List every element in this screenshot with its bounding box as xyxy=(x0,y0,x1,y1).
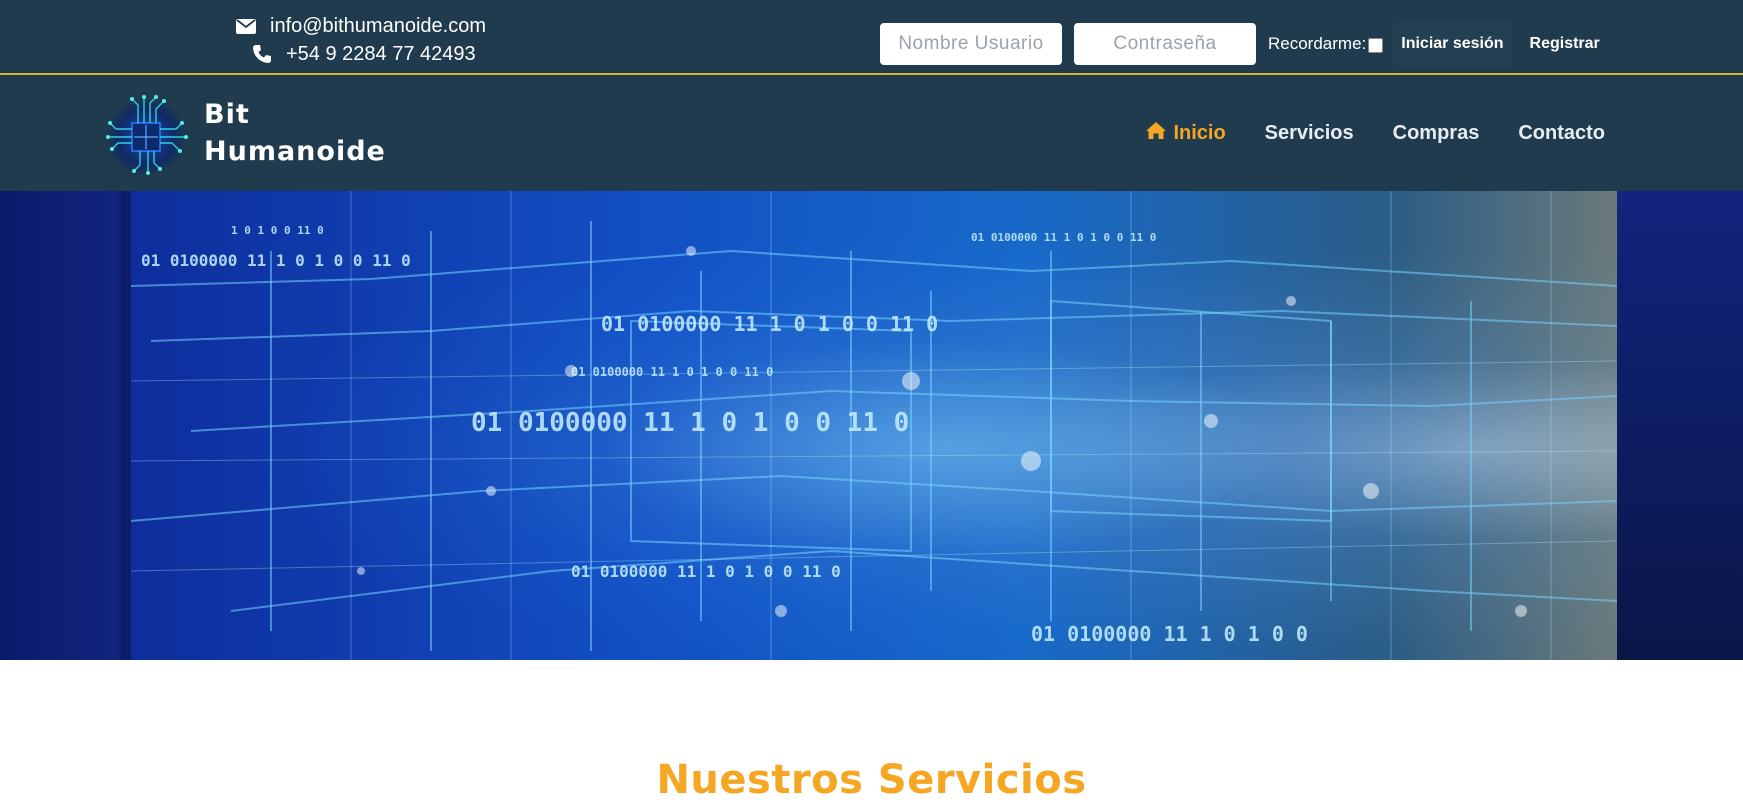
login-button[interactable]: Iniciar sesión xyxy=(1393,22,1512,66)
phone-icon xyxy=(252,44,278,64)
register-button[interactable]: Registrar xyxy=(1522,22,1608,66)
circuit-chip-logo-icon xyxy=(106,95,188,177)
services-heading: Nuestros Servicios xyxy=(656,757,1087,803)
login-form: Recordarme: Iniciar sesión Registrar xyxy=(880,22,1608,66)
top-bar: info@bithumanoide.com +54 9 2284 77 4249… xyxy=(0,0,1743,75)
nav-item-servicios[interactable]: Servicios xyxy=(1265,122,1354,145)
nav-item-inicio[interactable]: Inicio xyxy=(1145,121,1226,146)
home-icon xyxy=(1145,121,1167,146)
svg-text:01 0100000 11: 01 0100000 11 1 0 1 0 0 xyxy=(1031,622,1308,646)
hero-banner-image: 01 0100000 11 1 0 1 0 0 11 0 01 0100000 … xyxy=(131,191,1617,660)
svg-text:01 0100000 11: 01 0100000 11 1 0 1 0 0 11 0 xyxy=(571,562,841,581)
brand-name: Bit Humanoide xyxy=(204,96,386,170)
phone-text[interactable]: +54 9 2284 77 42493 xyxy=(286,43,476,66)
brand-logo[interactable]: Bit Humanoide xyxy=(100,85,386,181)
svg-text:01 0100000 11 1: 01 0100000 11 1 0 1 0 0 11 0 xyxy=(471,408,909,438)
nav-item-compras[interactable]: Compras xyxy=(1393,122,1480,145)
brand-line2: Humanoide xyxy=(204,136,386,167)
hero-section: 01 0100000 11 1 0 1 0 0 11 0 01 0100000 … xyxy=(0,191,1743,660)
hero-side-panel xyxy=(1617,191,1743,660)
nav-item-contacto[interactable]: Contacto xyxy=(1518,122,1605,145)
remember-checkbox[interactable] xyxy=(1368,37,1384,53)
main-menu: Inicio Servicios Compras Contacto xyxy=(1106,121,1605,146)
password-input[interactable] xyxy=(1074,23,1256,65)
nav-item-label: Inicio xyxy=(1173,122,1226,144)
email-row: info@bithumanoide.com xyxy=(236,12,486,40)
username-input[interactable] xyxy=(880,23,1062,65)
svg-text:01 0100000 11 1 0 1: 01 0100000 11 1 0 1 0 0 11 0 xyxy=(971,231,1156,244)
svg-text:1 0 1 0 0 11 0: 1 0 1 0 0 11 0 xyxy=(231,224,324,237)
envelope-icon xyxy=(236,18,262,34)
email-text[interactable]: info@bithumanoide.com xyxy=(270,15,486,38)
svg-text:01 0100000 11 1 0 1: 01 0100000 11 1 0 1 0 0 11 0 xyxy=(571,365,773,379)
brand-line1: Bit xyxy=(204,99,250,130)
phone-row: +54 9 2284 77 42493 xyxy=(236,40,486,68)
main-navbar: Bit Humanoide Inicio Servicios Compras C… xyxy=(0,75,1743,191)
binary-text: 01 0100000 11 1 0 1 0 0 11 0 xyxy=(141,251,411,270)
binary-circuit-background: 01 0100000 11 1 0 1 0 0 11 0 01 0100000 … xyxy=(131,191,1617,660)
remember-label: Recordarme: xyxy=(1268,34,1367,53)
contact-info: info@bithumanoide.com +54 9 2284 77 4249… xyxy=(236,12,486,68)
remember-me: Recordarme: xyxy=(1268,34,1384,54)
svg-text:01 0100000 11: 01 0100000 11 1 0 1 0 0 11 0 xyxy=(601,312,938,336)
